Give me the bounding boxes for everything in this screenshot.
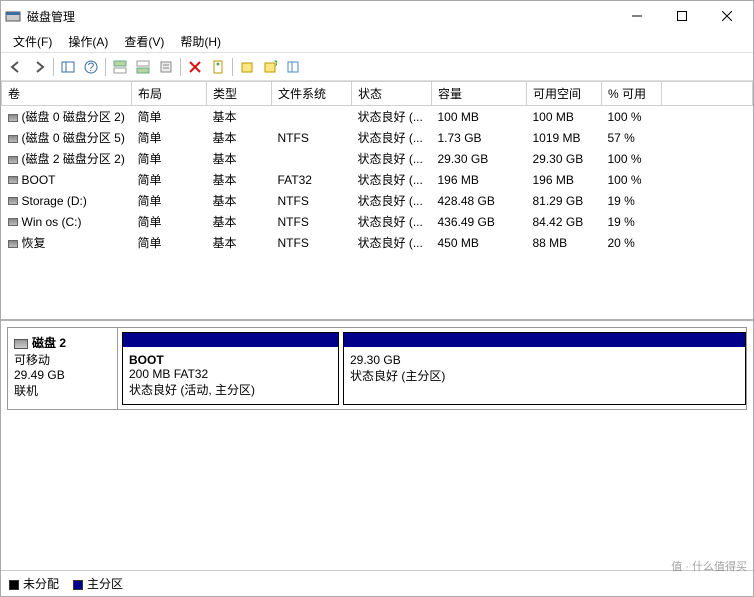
toolbar-separator: [180, 58, 181, 76]
disk-status: 联机: [14, 382, 111, 399]
volume-icon: [8, 240, 18, 248]
back-button[interactable]: [5, 56, 27, 78]
table-row[interactable]: (磁盘 0 磁盘分区 2)简单基本状态良好 (...100 MB100 MB10…: [2, 106, 753, 128]
volume-icon: [8, 135, 18, 143]
col-free[interactable]: 可用空间: [527, 82, 602, 106]
close-button[interactable]: [704, 2, 749, 30]
table-row[interactable]: Win os (C:)简单基本NTFS状态良好 (...436.49 GB84.…: [2, 211, 753, 232]
col-layout[interactable]: 布局: [132, 82, 207, 106]
table-row[interactable]: Storage (D:)简单基本NTFS状态良好 (...428.48 GB81…: [2, 190, 753, 211]
extend-volume-button[interactable]: ★: [259, 56, 281, 78]
legend: 未分配 主分区: [1, 570, 753, 596]
col-pctfree[interactable]: % 可用: [602, 82, 662, 106]
col-volume[interactable]: 卷: [2, 82, 132, 106]
toolbar: ? ★: [1, 53, 753, 81]
menu-file[interactable]: 文件(F): [5, 31, 60, 52]
col-status[interactable]: 状态: [352, 82, 432, 106]
col-capacity[interactable]: 容量: [432, 82, 527, 106]
toolbar-separator: [105, 58, 106, 76]
table-row[interactable]: (磁盘 2 磁盘分区 2)简单基本状态良好 (...29.30 GB29.30 …: [2, 148, 753, 169]
view-bottom-button[interactable]: [132, 56, 154, 78]
maximize-button[interactable]: [659, 2, 704, 30]
titlebar: 磁盘管理: [1, 1, 753, 31]
tool-button[interactable]: [282, 56, 304, 78]
disk-media: 可移动: [14, 351, 111, 368]
volume-icon: [8, 156, 18, 164]
toolbar-separator: [232, 58, 233, 76]
col-fs[interactable]: 文件系统: [272, 82, 352, 106]
toolbar-separator: [53, 58, 54, 76]
disk-icon: [14, 339, 28, 349]
content-area: 卷 布局 类型 文件系统 状态 容量 可用空间 % 可用 (磁盘 0 磁盘分区 …: [1, 81, 753, 596]
disk-size: 29.49 GB: [14, 368, 111, 382]
disk-partitions: BOOT200 MB FAT32状态良好 (活动, 主分区)29.30 GB状态…: [118, 328, 746, 409]
col-type[interactable]: 类型: [207, 82, 272, 106]
svg-text:?: ?: [88, 60, 95, 74]
view-top-button[interactable]: [109, 56, 131, 78]
volume-icon: [8, 176, 18, 184]
app-icon: [5, 8, 21, 24]
table-row[interactable]: BOOT简单基本FAT32状态良好 (...196 MB196 MB100 %: [2, 169, 753, 190]
col-spacer: [662, 82, 753, 106]
disk-row: 磁盘 2 可移动 29.49 GB 联机 BOOT200 MB FAT32状态良…: [7, 327, 747, 410]
forward-button[interactable]: [28, 56, 50, 78]
new-volume-button[interactable]: [236, 56, 258, 78]
disk-name: 磁盘 2: [32, 336, 66, 350]
window-title: 磁盘管理: [27, 8, 614, 25]
properties-button[interactable]: [207, 56, 229, 78]
delete-button[interactable]: [184, 56, 206, 78]
table-row[interactable]: 恢复简单基本NTFS状态良好 (...450 MB88 MB20 %: [2, 232, 753, 253]
table-header-row: 卷 布局 类型 文件系统 状态 容量 可用空间 % 可用: [2, 82, 753, 106]
disk-info[interactable]: 磁盘 2 可移动 29.49 GB 联机: [8, 328, 118, 409]
legend-primary: 主分区: [73, 575, 123, 592]
volume-list-pane[interactable]: 卷 布局 类型 文件系统 状态 容量 可用空间 % 可用 (磁盘 0 磁盘分区 …: [1, 81, 753, 321]
partition[interactable]: BOOT200 MB FAT32状态良好 (活动, 主分区): [122, 332, 339, 405]
menubar: 文件(F) 操作(A) 查看(V) 帮助(H): [1, 31, 753, 53]
volume-icon: [8, 197, 18, 205]
minimize-button[interactable]: [614, 2, 659, 30]
volume-icon: [8, 218, 18, 226]
help-button[interactable]: ?: [80, 56, 102, 78]
legend-unallocated: 未分配: [9, 575, 59, 592]
menu-view[interactable]: 查看(V): [116, 31, 172, 52]
disk-graphic-pane[interactable]: 磁盘 2 可移动 29.49 GB 联机 BOOT200 MB FAT32状态良…: [1, 321, 753, 570]
partition[interactable]: 29.30 GB状态良好 (主分区): [343, 332, 746, 405]
show-hide-tree-button[interactable]: [57, 56, 79, 78]
menu-help[interactable]: 帮助(H): [172, 31, 229, 52]
table-row[interactable]: (磁盘 0 磁盘分区 5)简单基本NTFS状态良好 (...1.73 GB101…: [2, 127, 753, 148]
settings-button[interactable]: [155, 56, 177, 78]
svg-text:★: ★: [273, 60, 277, 69]
volume-table: 卷 布局 类型 文件系统 状态 容量 可用空间 % 可用 (磁盘 0 磁盘分区 …: [1, 81, 753, 253]
volume-icon: [8, 114, 18, 122]
menu-action[interactable]: 操作(A): [60, 31, 116, 52]
